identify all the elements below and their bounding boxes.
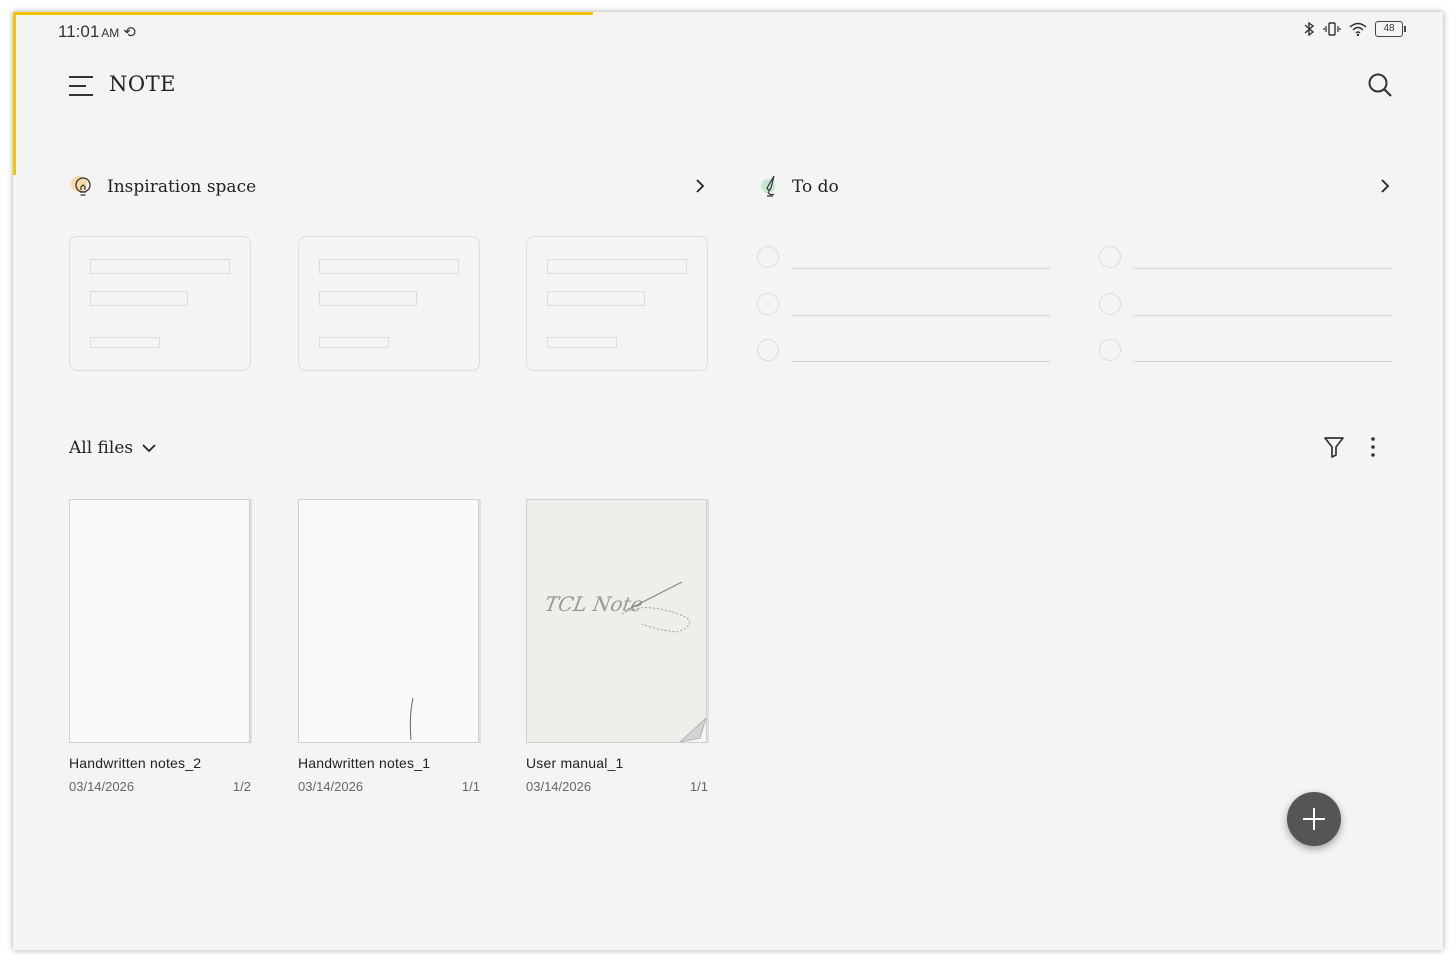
new-note-button[interactable] bbox=[1287, 792, 1341, 846]
all-files-dropdown[interactable]: All files bbox=[69, 438, 157, 458]
status-time: 11:01 AM ⟲ bbox=[58, 22, 136, 42]
bluetooth-icon bbox=[1304, 21, 1315, 37]
page-curl-icon bbox=[680, 718, 706, 742]
todo-icon bbox=[761, 175, 775, 197]
todo-checkbox[interactable] bbox=[1099, 339, 1121, 361]
todo-line bbox=[1133, 268, 1393, 269]
vibrate-icon bbox=[1323, 22, 1341, 36]
placeholder-line bbox=[90, 337, 160, 348]
file-thumbnail[interactable] bbox=[298, 499, 479, 743]
clock-time: 11:01 bbox=[58, 22, 100, 41]
placeholder-line bbox=[319, 291, 417, 306]
wifi-icon bbox=[1349, 22, 1367, 37]
todo-checkbox[interactable] bbox=[757, 246, 779, 268]
file-thumbnail[interactable] bbox=[69, 499, 250, 743]
placeholder-line bbox=[547, 337, 617, 348]
placeholder-line bbox=[319, 259, 459, 274]
file-pages: 1/1 bbox=[461, 779, 480, 794]
sync-icon: ⟲ bbox=[123, 24, 136, 41]
todo-checkbox[interactable] bbox=[757, 293, 779, 315]
chevron-down-icon bbox=[142, 444, 156, 453]
battery-level: 48 bbox=[1383, 23, 1395, 34]
file-date: 03/14/2026 bbox=[298, 779, 364, 794]
todo-checkbox[interactable] bbox=[1099, 246, 1121, 268]
file-name: Handwritten notes_2 bbox=[69, 755, 202, 771]
menu-icon[interactable] bbox=[68, 74, 94, 98]
file-pages: 1/1 bbox=[689, 779, 708, 794]
more-vert-icon[interactable] bbox=[1369, 436, 1377, 458]
file-name: User manual_1 bbox=[526, 755, 624, 771]
file-date: 03/14/2026 bbox=[69, 779, 135, 794]
placeholder-line bbox=[547, 259, 687, 274]
todo-checkbox[interactable] bbox=[1099, 293, 1121, 315]
hand-pen-sketch bbox=[621, 581, 690, 633]
file-thumbnail[interactable]: TCL Note bbox=[526, 499, 707, 743]
todo-line bbox=[791, 315, 1050, 316]
file-card[interactable]: Handwritten notes_1 03/14/2026 1/1 bbox=[298, 499, 480, 794]
todo-line bbox=[791, 361, 1050, 362]
app-screen: 11:01 AM ⟲ 48 NOTE Inspiration space To … bbox=[13, 12, 1443, 950]
todo-line bbox=[1133, 361, 1393, 362]
filter-icon[interactable] bbox=[1324, 436, 1344, 458]
inspiration-card[interactable] bbox=[298, 236, 480, 371]
inspiration-card[interactable] bbox=[69, 236, 251, 371]
file-name: Handwritten notes_1 bbox=[298, 755, 431, 771]
all-files-label: All files bbox=[69, 438, 134, 458]
clock-ampm: AM bbox=[101, 26, 120, 40]
placeholder-line bbox=[90, 291, 188, 306]
progress-indicator-left bbox=[13, 12, 16, 175]
plus-icon bbox=[1303, 808, 1325, 830]
file-card[interactable]: TCL Note User manual_1 03/14/2026 1/1 bbox=[526, 499, 708, 794]
placeholder-line bbox=[547, 291, 645, 306]
file-pages: 1/2 bbox=[232, 779, 251, 794]
inspiration-title: Inspiration space bbox=[107, 177, 257, 197]
todo-checkbox[interactable] bbox=[757, 339, 779, 361]
pen-stroke bbox=[409, 697, 414, 741]
file-card[interactable]: Handwritten notes_2 03/14/2026 1/2 bbox=[69, 499, 251, 794]
file-date: 03/14/2026 bbox=[526, 779, 592, 794]
chevron-right-icon[interactable] bbox=[693, 178, 707, 194]
placeholder-line bbox=[90, 259, 230, 274]
todo-header[interactable]: To do bbox=[758, 174, 839, 200]
placeholder-line bbox=[319, 337, 389, 348]
todo-title: To do bbox=[792, 177, 839, 197]
battery-icon: 48 bbox=[1375, 21, 1406, 37]
inspiration-header[interactable]: Inspiration space bbox=[69, 174, 256, 200]
lightbulb-icon bbox=[71, 176, 91, 196]
app-title: NOTE bbox=[109, 72, 176, 96]
chevron-right-icon[interactable] bbox=[1378, 178, 1392, 194]
todo-line bbox=[1133, 315, 1393, 316]
search-icon[interactable] bbox=[1367, 72, 1393, 98]
progress-indicator-top bbox=[13, 12, 593, 15]
status-icons: 48 bbox=[1303, 21, 1406, 37]
todo-line bbox=[791, 268, 1050, 269]
inspiration-card[interactable] bbox=[526, 236, 708, 371]
